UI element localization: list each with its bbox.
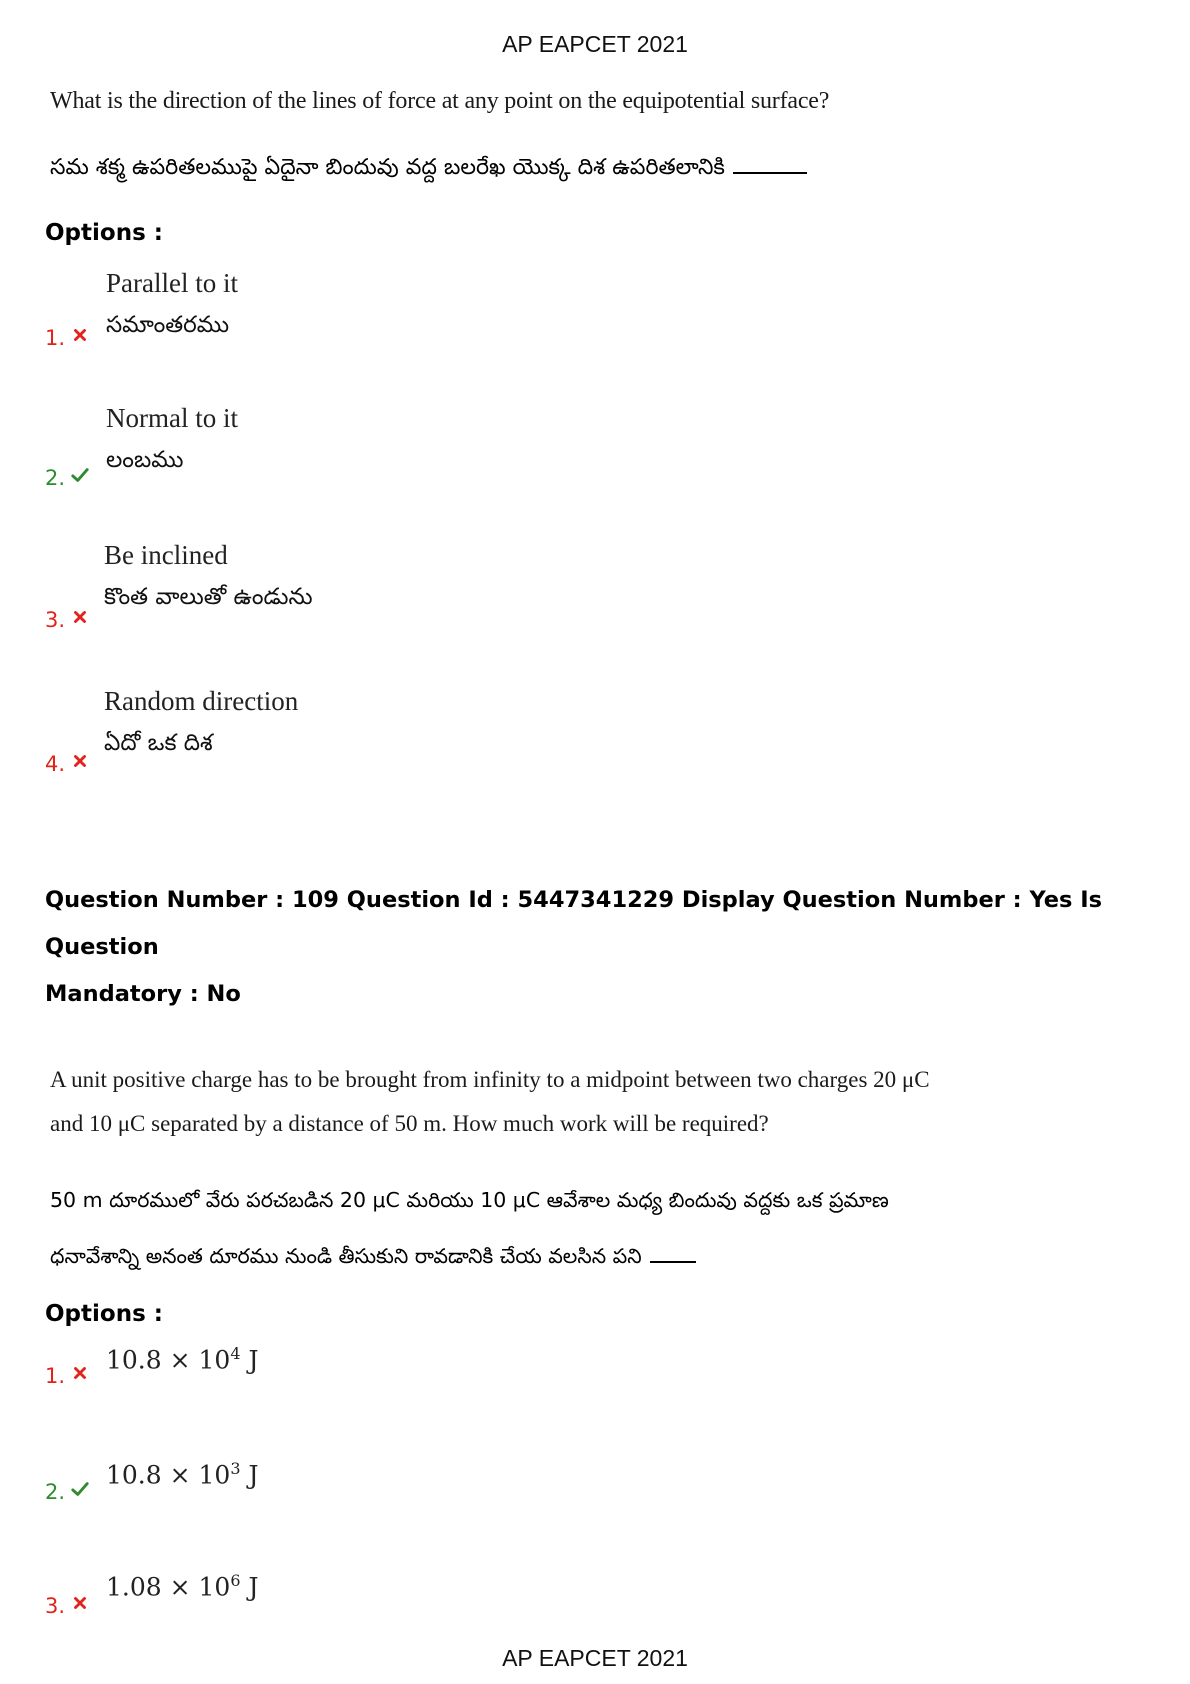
option-2[interactable]: 2. [45,466,89,490]
option-3-english: Be inclined [104,540,228,570]
q2-option-1-exponent: 4 [230,1344,241,1363]
cross-icon [74,1597,86,1609]
question-2-text-english-line-1: A unit positive charge has to be brought… [50,1067,930,1092]
q2-option-2-mantissa: 10.8 × 10 [106,1460,231,1490]
question-2-text-english: A unit positive charge has to be brought… [50,1058,930,1146]
question-text-telugu: సమ శక్మ ఉపరితలముపై ఏదైనా బిందువు వద్ద బల… [50,155,807,185]
options-label-2: Options : [45,1301,163,1327]
option-1[interactable]: 1. [45,326,89,350]
option-1-english: Parallel to it [106,268,238,298]
answer-blank [649,1261,696,1263]
question-2-text-english-line-2: and 10 μC separated by a distance of 50 … [50,1111,769,1136]
cross-icon [74,1367,86,1379]
option-3-telugu: కొంత వాలుతో ఉండును [104,584,313,610]
q2-option-2-unit: J [240,1460,259,1490]
option-2-english: Normal to it [106,403,238,433]
option-1-number: 1. [45,326,66,350]
q2-option-2-value: 10.8 × 103 J [106,1459,258,1489]
q2-option-1[interactable]: 1. [45,1364,89,1388]
answer-blank [732,172,807,174]
q2-option-3-unit: J [240,1572,259,1602]
option-4-english: Random direction [104,686,299,716]
cross-icon [74,611,86,623]
option-1-telugu: సమాంతరము [106,312,230,338]
option-3-number: 3. [45,608,66,632]
question-text-telugu-content: సమ శక్మ ఉపరితలముపై ఏదైనా బిందువు వద్ద బల… [50,155,725,180]
question-meta: Question Number : 109 Question Id : 5447… [45,877,1155,1018]
q2-option-1-unit: J [240,1345,259,1375]
q2-option-3-value: 1.08 × 106 J [106,1571,258,1601]
checkmark-icon [71,1482,89,1496]
question-meta-line-2: Mandatory : No [45,981,241,1007]
option-4[interactable]: 4. [45,752,89,776]
q2-option-2[interactable]: 2. [45,1480,89,1504]
question-2-text-telugu-line-2: ధనావేశాన్ని అనంత దూరము నుండి తీసుకుని రా… [50,1244,642,1268]
q2-option-3-mantissa: 1.08 × 10 [106,1572,231,1602]
option-2-telugu: లంబము [106,447,184,473]
page-footer: AP EAPCET 2021 [502,1645,688,1671]
q2-option-1-number: 1. [45,1364,66,1388]
option-4-telugu: ఏదో ఒక దిశ [104,730,213,756]
question-meta-line-1: Question Number : 109 Question Id : 5447… [45,887,1102,960]
question-2-text-telugu: 50 m దూరములో వేరు పరచబడిన 20 μC మరియు 10… [50,1172,889,1284]
q2-option-1-value: 10.8 × 104 J [106,1344,258,1374]
question-text-english: What is the direction of the lines of fo… [50,88,830,114]
q2-option-2-number: 2. [45,1480,66,1504]
page-header: AP EAPCET 2021 [502,31,688,57]
q2-option-3[interactable]: 3. [45,1594,89,1618]
checkmark-icon [71,468,89,482]
cross-icon [74,755,86,767]
q2-option-2-exponent: 3 [230,1459,241,1478]
question-2-text-telugu-line-1: 50 m దూరములో వేరు పరచబడిన 20 μC మరియు 10… [50,1188,889,1212]
options-label: Options : [45,220,163,246]
q2-option-3-number: 3. [45,1594,66,1618]
option-2-number: 2. [45,466,66,490]
option-3[interactable]: 3. [45,608,89,632]
option-4-number: 4. [45,752,66,776]
q2-option-3-exponent: 6 [230,1571,241,1590]
q2-option-1-mantissa: 10.8 × 10 [106,1345,231,1375]
cross-icon [74,329,86,341]
